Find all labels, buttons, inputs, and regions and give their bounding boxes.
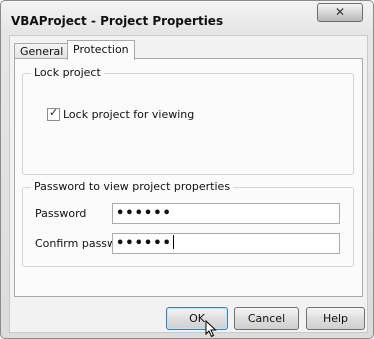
lock-project-checkbox-row[interactable]: Lock project for viewing: [47, 106, 195, 121]
lock-project-checkbox[interactable]: [47, 106, 60, 121]
lock-project-checkbox-label: Lock project for viewing: [63, 108, 195, 121]
help-button[interactable]: Help: [306, 307, 365, 330]
password-group: Password to view project properties Pass…: [22, 180, 354, 267]
confirm-password-field[interactable]: ••••••: [112, 233, 340, 254]
close-icon: ✕: [334, 5, 346, 19]
password-group-legend: Password to view project properties: [31, 180, 234, 193]
lock-project-legend: Lock project: [31, 66, 104, 79]
tab-general[interactable]: General: [14, 43, 70, 59]
cancel-button[interactable]: Cancel: [234, 307, 299, 330]
password-label: Password: [35, 207, 87, 220]
dialog-body: General Protection Lock project Lock pro…: [9, 35, 368, 333]
tab-protection[interactable]: Protection: [67, 40, 135, 60]
password-field[interactable]: ••••••: [112, 203, 340, 224]
text-caret: [172, 235, 174, 249]
lock-project-group: Lock project Lock project for viewing: [22, 66, 354, 175]
close-button[interactable]: ✕: [317, 3, 363, 22]
ok-button[interactable]: OK: [166, 307, 228, 330]
mouse-pointer-icon: [205, 320, 217, 338]
confirm-password-value: ••••••: [116, 236, 172, 251]
window-title: VBAProject - Project Properties: [11, 14, 224, 28]
protection-tab-page: Lock project Lock project for viewing Pa…: [14, 58, 363, 297]
dialog-window: VBAProject - Project Properties ✕ Genera…: [0, 0, 374, 339]
